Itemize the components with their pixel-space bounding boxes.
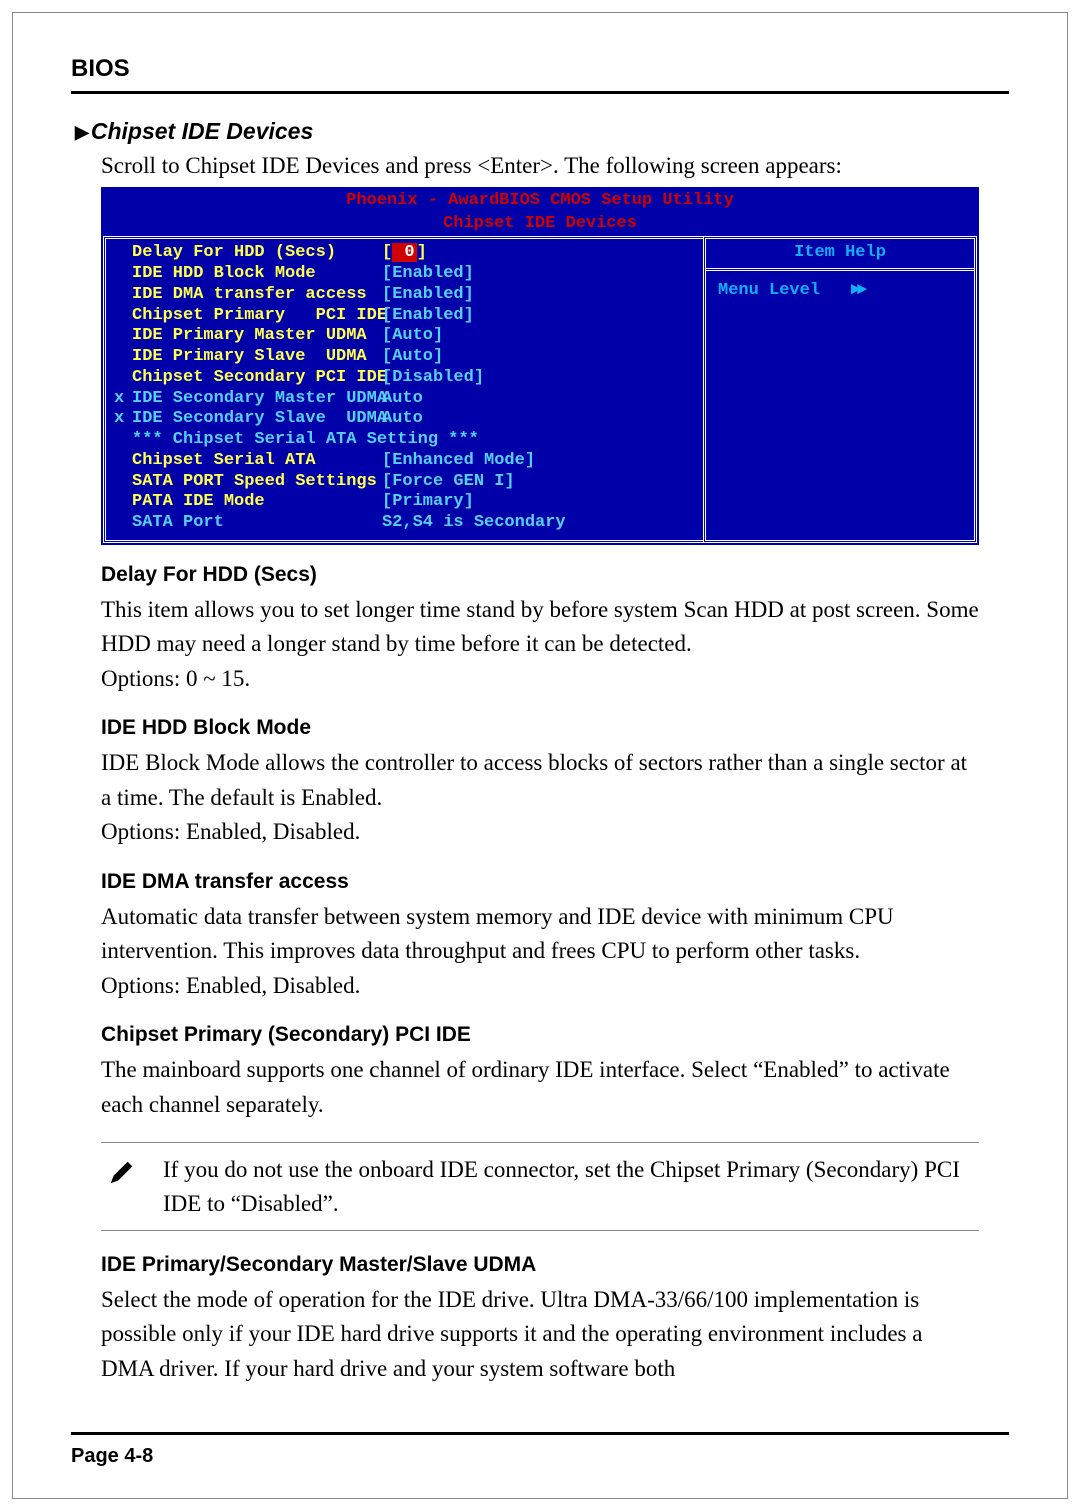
- section-paragraph: This item allows you to set longer time …: [101, 593, 979, 662]
- bios-row-label: SATA Port: [132, 513, 382, 534]
- section-block: Chipset Primary (Secondary) PCI IDE The m…: [101, 1023, 979, 1122]
- bios-row-value: [Force GEN I]: [382, 472, 515, 493]
- bios-row: *** Chipset Serial ATA Setting ***: [114, 430, 695, 451]
- bios-row-prefix: [114, 306, 132, 327]
- section-block: IDE HDD Block Mode IDE Block Mode allows …: [101, 716, 979, 850]
- bios-row: Chipset Serial ATA[Enhanced Mode]: [114, 451, 695, 472]
- page-header: BIOS: [71, 55, 1009, 94]
- bios-row-value: [Enabled]: [382, 306, 474, 327]
- bios-row-label: IDE DMA transfer access: [132, 285, 382, 306]
- section-heading: IDE Primary/Secondary Master/Slave UDMA: [101, 1253, 979, 1277]
- bios-row-value: [Enabled]: [382, 285, 474, 306]
- bios-row-prefix: x: [114, 389, 132, 410]
- intro-text: Scroll to Chipset IDE Devices and press …: [101, 153, 1009, 179]
- bios-row-prefix: [114, 430, 132, 451]
- bios-body: Delay For HDD (Secs)[ 0]IDE HDD Block Mo…: [103, 236, 977, 542]
- page-footer: Page 4-8: [71, 1432, 1009, 1468]
- sections-container: Delay For HDD (Secs) This item allows you…: [71, 563, 1009, 1123]
- note-text: If you do not use the onboard IDE connec…: [163, 1153, 973, 1220]
- section-paragraph: Select the mode of operation for the IDE…: [101, 1283, 979, 1387]
- section-options: Options: 0 ~ 15.: [101, 662, 979, 697]
- bios-row-prefix: [114, 472, 132, 493]
- bios-row-label: Chipset Primary PCI IDE: [132, 306, 382, 327]
- bios-title-line1: Phoenix - AwardBIOS CMOS Setup Utility: [103, 189, 977, 212]
- bios-row-prefix: [114, 347, 132, 368]
- bios-help-header: Item Help: [706, 239, 974, 271]
- bios-row-label: IDE Primary Master UDMA: [132, 326, 382, 347]
- bios-row: IDE Primary Master UDMA[Auto]: [114, 326, 695, 347]
- bios-row-prefix: [114, 326, 132, 347]
- section-block: IDE DMA transfer access Automatic data tr…: [101, 870, 979, 1004]
- bios-row-prefix: [114, 285, 132, 306]
- bios-row-label: IDE Secondary Master UDMA: [132, 389, 382, 410]
- bios-row-value: [Enabled]: [382, 264, 474, 285]
- bios-row-prefix: [114, 492, 132, 513]
- bios-row-value: S2,S4 is Secondary: [382, 513, 566, 534]
- bios-screenshot: Phoenix - AwardBIOS CMOS Setup Utility C…: [101, 187, 979, 545]
- bios-title-line2: Chipset IDE Devices: [103, 212, 977, 235]
- bios-row-prefix: [114, 368, 132, 389]
- bios-row: SATA PORT Speed Settings[Force GEN I]: [114, 472, 695, 493]
- section-options: Options: Enabled, Disabled.: [101, 815, 979, 850]
- bios-row-label: Delay For HDD (Secs): [132, 243, 382, 264]
- section-block: Delay For HDD (Secs) This item allows you…: [101, 563, 979, 697]
- section-heading: IDE HDD Block Mode: [101, 716, 979, 740]
- bios-row-prefix: [114, 243, 132, 264]
- bios-row: Delay For HDD (Secs)[ 0]: [114, 243, 695, 264]
- page-frame: BIOS ▶Chipset IDE Devices Scroll to Chip…: [12, 12, 1068, 1499]
- bios-right-pane: Item Help Menu Level ►►: [703, 236, 977, 542]
- subsection-heading: ▶Chipset IDE Devices: [75, 118, 1009, 145]
- bios-row-label: PATA IDE Mode: [132, 492, 382, 513]
- bios-row-label: *** Chipset Serial ATA Setting ***: [132, 430, 382, 451]
- bios-row-value: [Auto]: [382, 347, 443, 368]
- bios-highlighted-value: 0: [392, 243, 416, 262]
- bios-row-value: [Auto]: [382, 326, 443, 347]
- bios-row-value: [ 0]: [382, 243, 427, 264]
- bios-row: IDE DMA transfer access[Enabled]: [114, 285, 695, 306]
- note-block: If you do not use the onboard IDE connec…: [101, 1142, 979, 1231]
- section-ide-udma: IDE Primary/Secondary Master/Slave UDMA …: [101, 1253, 979, 1387]
- section-paragraph: Automatic data transfer between system m…: [101, 900, 979, 969]
- section-options: Options: Enabled, Disabled.: [101, 969, 979, 1004]
- bios-row-label: IDE HDD Block Mode: [132, 264, 382, 285]
- bios-row: IDE HDD Block Mode[Enabled]: [114, 264, 695, 285]
- bios-row-value: [Enhanced Mode]: [382, 451, 535, 472]
- bios-row-label: Chipset Serial ATA: [132, 451, 382, 472]
- section-heading: IDE DMA transfer access: [101, 870, 979, 894]
- bios-left-pane: Delay For HDD (Secs)[ 0]IDE HDD Block Mo…: [103, 236, 703, 542]
- bios-row-label: IDE Primary Slave UDMA: [132, 347, 382, 368]
- section-heading: Chipset Primary (Secondary) PCI IDE: [101, 1023, 979, 1047]
- bios-row-label: SATA PORT Speed Settings: [132, 472, 382, 493]
- bios-menu-level-label: Menu Level: [718, 281, 820, 300]
- section-heading: Delay For HDD (Secs): [101, 563, 979, 587]
- bios-row: Chipset Secondary PCI IDE[Disabled]: [114, 368, 695, 389]
- bios-row-value: Auto: [382, 389, 423, 410]
- bios-row-prefix: [114, 264, 132, 285]
- bios-help-body: Menu Level ►►: [706, 271, 974, 312]
- bios-row-prefix: [114, 451, 132, 472]
- bios-row-prefix: x: [114, 409, 132, 430]
- bios-row: IDE Primary Slave UDMA[Auto]: [114, 347, 695, 368]
- bios-row: Chipset Primary PCI IDE[Enabled]: [114, 306, 695, 327]
- section-paragraph: The mainboard supports one channel of or…: [101, 1053, 979, 1122]
- bios-row-prefix: [114, 513, 132, 534]
- triangle-right-icon: ▶: [75, 122, 89, 142]
- bios-row-value: [Disabled]: [382, 368, 484, 389]
- bios-row-label: IDE Secondary Slave UDMA: [132, 409, 382, 430]
- bios-row-label: Chipset Secondary PCI IDE: [132, 368, 382, 389]
- bios-row: PATA IDE Mode[Primary]: [114, 492, 695, 513]
- bios-row: xIDE Secondary Slave UDMAAuto: [114, 409, 695, 430]
- arrows-icon: ►►: [851, 281, 863, 300]
- bios-row: xIDE Secondary Master UDMAAuto: [114, 389, 695, 410]
- section-paragraph: IDE Block Mode allows the controller to …: [101, 746, 979, 815]
- bios-row-value: Auto: [382, 409, 423, 430]
- subsection-title: Chipset IDE Devices: [91, 118, 313, 144]
- bios-row: SATA PortS2,S4 is Secondary: [114, 513, 695, 534]
- bios-row-value: [Primary]: [382, 492, 474, 513]
- pencil-icon: [107, 1153, 137, 1192]
